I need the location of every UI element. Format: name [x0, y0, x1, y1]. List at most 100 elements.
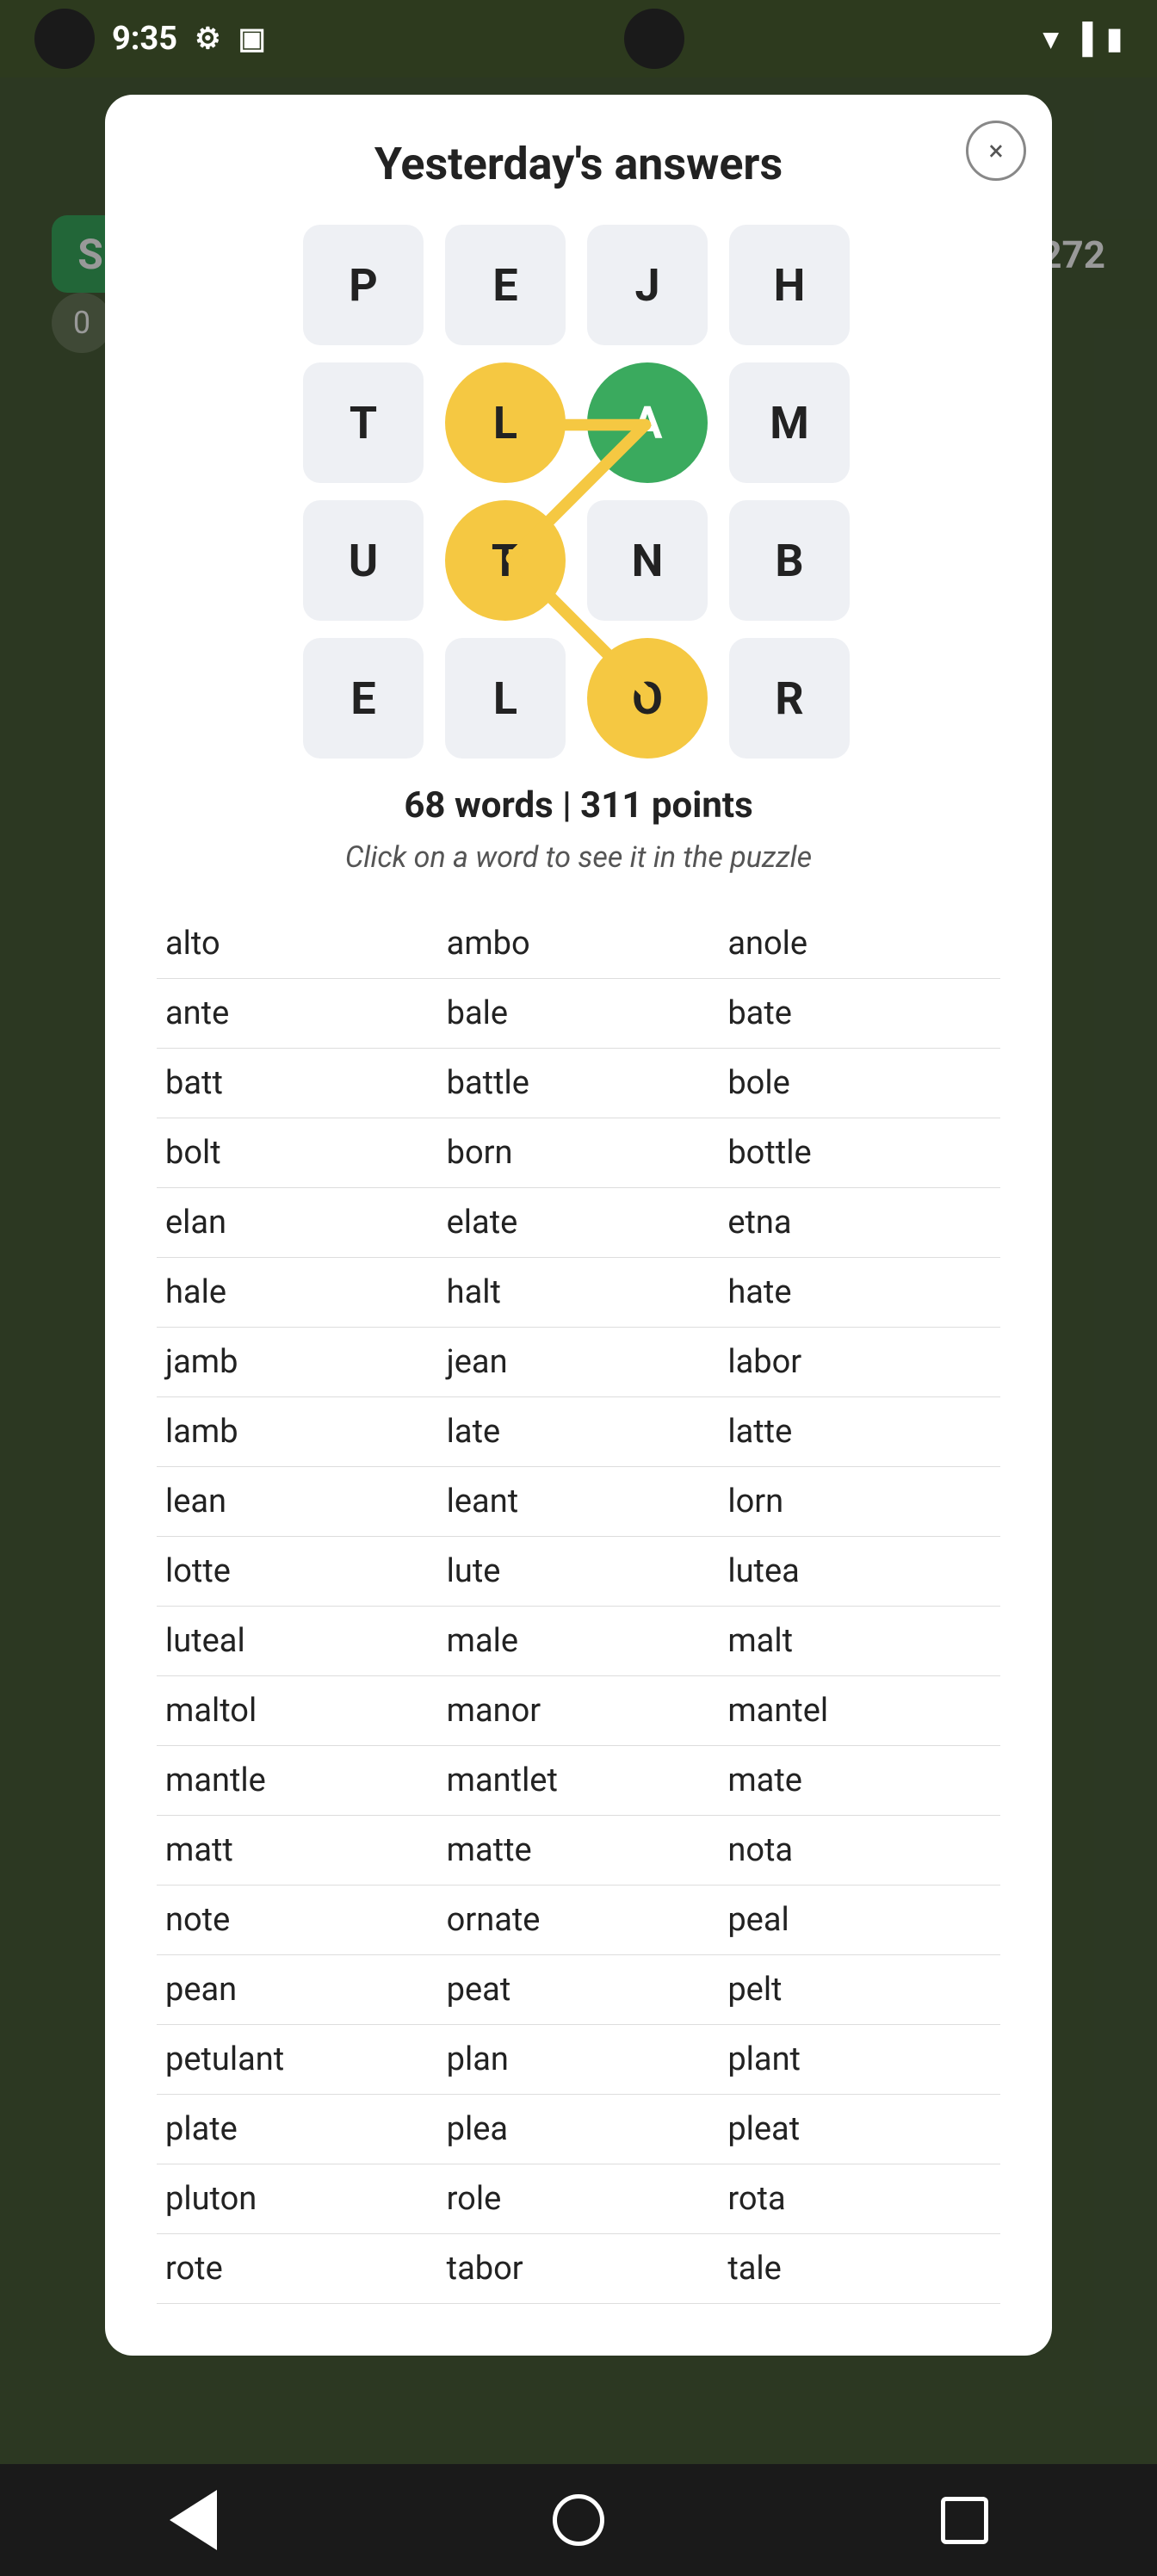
letter-cell-A: A [587, 362, 708, 483]
battery-icon: ▮ [1106, 22, 1123, 56]
word-item[interactable]: rota [719, 2164, 1000, 2234]
stats-line: 68 words | 311 points [157, 784, 1000, 827]
word-item[interactable]: petulant [157, 2025, 438, 2095]
word-item[interactable]: plate [157, 2095, 438, 2164]
word-item[interactable]: latte [719, 1397, 1000, 1467]
word-item[interactable]: plant [719, 2025, 1000, 2095]
letter-cell-L2: L [445, 638, 566, 759]
word-item[interactable]: elan [157, 1188, 438, 1258]
word-item[interactable]: lorn [719, 1467, 1000, 1537]
word-item[interactable]: jean [438, 1328, 720, 1397]
word-item[interactable]: lamb [157, 1397, 438, 1467]
word-item[interactable]: ornate [438, 1886, 720, 1955]
modal-title: Yesterday's answers [157, 138, 1000, 190]
letter-cell-L1: L [445, 362, 566, 483]
letter-cell-H: H [729, 225, 850, 345]
word-item[interactable]: bolt [157, 1118, 438, 1188]
word-item[interactable]: male [438, 1607, 720, 1676]
word-item[interactable]: anole [719, 909, 1000, 979]
hint-line: Click on a word to see it in the puzzle [157, 840, 1000, 875]
word-item[interactable]: ambo [438, 909, 720, 979]
word-item[interactable]: hale [157, 1258, 438, 1328]
home-button[interactable] [544, 2486, 613, 2554]
letter-cell-E: E [445, 225, 566, 345]
close-button[interactable]: × [966, 121, 1026, 181]
word-item[interactable]: born [438, 1118, 720, 1188]
word-item[interactable]: tabor [438, 2234, 720, 2304]
word-item[interactable]: malt [719, 1607, 1000, 1676]
letter-cell-T1: T [303, 362, 424, 483]
word-item[interactable]: batt [157, 1049, 438, 1118]
signal-icon: ▐ [1072, 22, 1092, 56]
letter-cell-U: U [303, 500, 424, 621]
word-item[interactable]: matt [157, 1816, 438, 1886]
word-item[interactable]: mate [719, 1746, 1000, 1816]
word-list: altoamboanoleantebalebatebattbattleboleb… [157, 909, 1000, 2304]
recent-icon [941, 2497, 988, 2544]
home-icon [553, 2494, 604, 2546]
word-item[interactable]: labor [719, 1328, 1000, 1397]
word-item[interactable]: mantel [719, 1676, 1000, 1746]
status-time: 9:35 [112, 20, 177, 58]
camera-notch [624, 9, 684, 69]
word-item[interactable]: peal [719, 1886, 1000, 1955]
nav-bar [0, 2464, 1157, 2576]
word-item[interactable]: battle [438, 1049, 720, 1118]
wifi-icon: ▾ [1043, 22, 1058, 56]
status-circle-icon [34, 9, 95, 69]
modal-overlay: × Yesterday's answers P E J H T L A M [0, 77, 1157, 2464]
letter-cell-N: N [587, 500, 708, 621]
word-item[interactable]: pean [157, 1955, 438, 2025]
letter-grid-container: P E J H T L A M U T N B E L [303, 225, 854, 759]
word-item[interactable]: late [438, 1397, 720, 1467]
word-item[interactable]: bottle [719, 1118, 1000, 1188]
word-item[interactable]: lotte [157, 1537, 438, 1607]
word-item[interactable]: bate [719, 979, 1000, 1049]
word-item[interactable]: mantle [157, 1746, 438, 1816]
word-item[interactable]: luteal [157, 1607, 438, 1676]
word-item[interactable]: peat [438, 1955, 720, 2025]
word-item[interactable]: halt [438, 1258, 720, 1328]
screenshot-icon: ▣ [238, 22, 266, 56]
letter-cell-R: R [729, 638, 850, 759]
word-item[interactable]: alto [157, 909, 438, 979]
status-bar: 9:35 ⚙ ▣ ▾ ▐ ▮ [0, 0, 1157, 77]
answers-modal: × Yesterday's answers P E J H T L A M [105, 95, 1052, 2356]
word-item[interactable]: manor [438, 1676, 720, 1746]
letter-cell-M: M [729, 362, 850, 483]
word-item[interactable]: lean [157, 1467, 438, 1537]
word-item[interactable]: lute [438, 1537, 720, 1607]
word-item[interactable]: tale [719, 2234, 1000, 2304]
word-item[interactable]: pluton [157, 2164, 438, 2234]
word-item[interactable]: role [438, 2164, 720, 2234]
word-item[interactable]: matte [438, 1816, 720, 1886]
word-item[interactable]: maltol [157, 1676, 438, 1746]
word-item[interactable]: elate [438, 1188, 720, 1258]
letter-cell-B: B [729, 500, 850, 621]
letter-cell-O: O [587, 638, 708, 759]
word-item[interactable]: etna [719, 1188, 1000, 1258]
word-item[interactable]: lutea [719, 1537, 1000, 1607]
word-item[interactable]: rote [157, 2234, 438, 2304]
word-item[interactable]: pelt [719, 1955, 1000, 2025]
letter-cell-T2: T [445, 500, 566, 621]
letter-grid: P E J H T L A M U T N B E L [303, 225, 854, 759]
recent-button[interactable] [930, 2486, 999, 2554]
word-item[interactable]: pleat [719, 2095, 1000, 2164]
word-item[interactable]: nota [719, 1816, 1000, 1886]
word-item[interactable]: bole [719, 1049, 1000, 1118]
word-item[interactable]: plea [438, 2095, 720, 2164]
status-left: 9:35 ⚙ ▣ [34, 9, 266, 69]
word-item[interactable]: ante [157, 979, 438, 1049]
word-item[interactable]: leant [438, 1467, 720, 1537]
game-background: S 0 ? 272 × Yesterday's answers P E J H [0, 77, 1157, 2464]
back-icon [170, 2490, 217, 2550]
back-button[interactable] [158, 2486, 227, 2554]
word-item[interactable]: jamb [157, 1328, 438, 1397]
word-item[interactable]: hate [719, 1258, 1000, 1328]
word-item[interactable]: mantlet [438, 1746, 720, 1816]
word-item[interactable]: bale [438, 979, 720, 1049]
word-item[interactable]: plan [438, 2025, 720, 2095]
word-item[interactable]: note [157, 1886, 438, 1955]
letter-cell-J: J [587, 225, 708, 345]
